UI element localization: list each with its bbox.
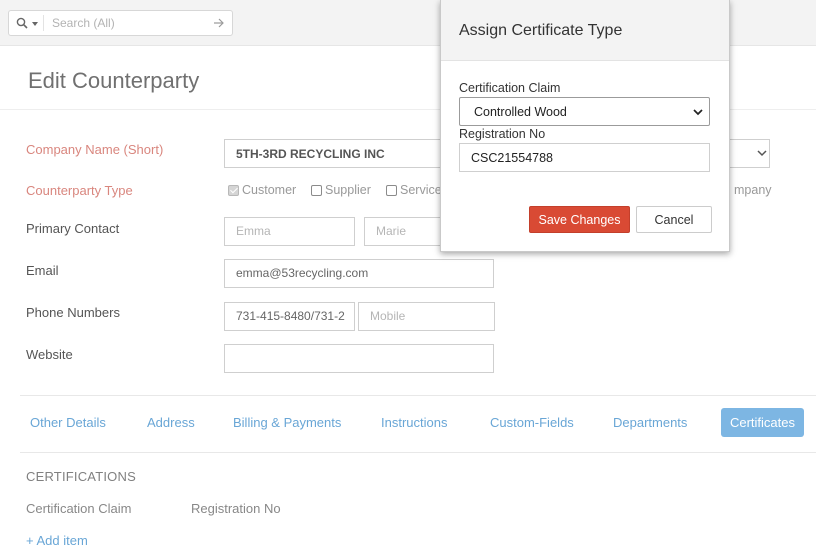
- type-customer-checkbox[interactable]: Customer: [228, 183, 296, 197]
- mobile-input[interactable]: Mobile: [358, 302, 495, 331]
- type-supplier-checkbox[interactable]: Supplier: [311, 183, 371, 197]
- checkbox-unchecked[interactable]: [311, 184, 322, 196]
- first-name-input[interactable]: Emma: [224, 217, 355, 246]
- registration-no-input[interactable]: CSC21554788: [459, 143, 710, 172]
- checkbox-checked[interactable]: [228, 184, 239, 196]
- arrow-right-icon[interactable]: [213, 17, 225, 29]
- website-label: Website: [26, 347, 73, 362]
- tab-address[interactable]: Address: [147, 415, 195, 430]
- tab-certificates[interactable]: Certificates: [721, 408, 804, 437]
- column-header-registration: Registration No: [191, 501, 281, 516]
- certifications-heading: CERTIFICATIONS: [26, 469, 136, 484]
- search-box[interactable]: Search (All): [8, 10, 233, 36]
- search-scope-caret-icon[interactable]: [32, 22, 38, 26]
- cancel-button[interactable]: Cancel: [636, 206, 712, 233]
- company-name-label: Company Name (Short): [26, 142, 164, 157]
- tabs-divider-bottom: [20, 452, 816, 453]
- search-input[interactable]: Search (All): [52, 16, 115, 30]
- type-company-label: mpany: [734, 183, 772, 197]
- certification-claim-label: Certification Claim: [459, 81, 561, 95]
- tab-other-details[interactable]: Other Details: [30, 415, 106, 430]
- add-item-link[interactable]: + Add item: [26, 533, 88, 548]
- edit-counterparty-page: Search (All) Edit Counterparty Company N…: [0, 0, 816, 557]
- save-changes-button[interactable]: Save Changes: [529, 206, 630, 233]
- search-icon[interactable]: [16, 17, 28, 29]
- primary-contact-label: Primary Contact: [26, 221, 120, 236]
- certification-claim-select[interactable]: Controlled Wood: [459, 97, 710, 126]
- type-service-checkbox[interactable]: Service: [386, 183, 442, 197]
- last-name-input[interactable]: Marie: [364, 217, 444, 246]
- tabs-divider-top: [20, 395, 816, 396]
- registration-no-label: Registration No: [459, 127, 546, 141]
- page-title: Edit Counterparty: [28, 68, 200, 93]
- tab-custom-fields[interactable]: Custom-Fields: [490, 415, 574, 430]
- type-service-label: Service: [400, 183, 442, 197]
- checkbox-unchecked[interactable]: [386, 184, 397, 196]
- email-input[interactable]: emma@53recycling.com: [224, 259, 494, 288]
- phone-label: Phone Numbers: [26, 305, 120, 320]
- tab-instructions[interactable]: Instructions: [381, 415, 447, 430]
- column-header-claim: Certification Claim: [26, 501, 132, 516]
- counterparty-type-label: Counterparty Type: [26, 183, 133, 198]
- chevron-down-icon[interactable]: [693, 108, 703, 116]
- type-customer-label: Customer: [242, 183, 297, 197]
- phone-input[interactable]: 731-415-8480/731-2: [224, 302, 355, 331]
- chevron-down-icon[interactable]: [757, 149, 767, 157]
- email-label: Email: [26, 263, 59, 278]
- tab-departments[interactable]: Departments: [613, 415, 687, 430]
- search-divider: [43, 15, 44, 31]
- website-input[interactable]: [224, 344, 494, 373]
- modal-title: Assign Certificate Type: [459, 22, 623, 39]
- assign-certificate-modal: Assign Certificate Type Certification Cl…: [440, 0, 730, 252]
- certification-claim-value: Controlled Wood: [474, 105, 567, 119]
- modal-header: Assign Certificate Type: [441, 0, 729, 61]
- type-supplier-label: Supplier: [325, 183, 371, 197]
- tab-billing-payments[interactable]: Billing & Payments: [233, 415, 341, 430]
